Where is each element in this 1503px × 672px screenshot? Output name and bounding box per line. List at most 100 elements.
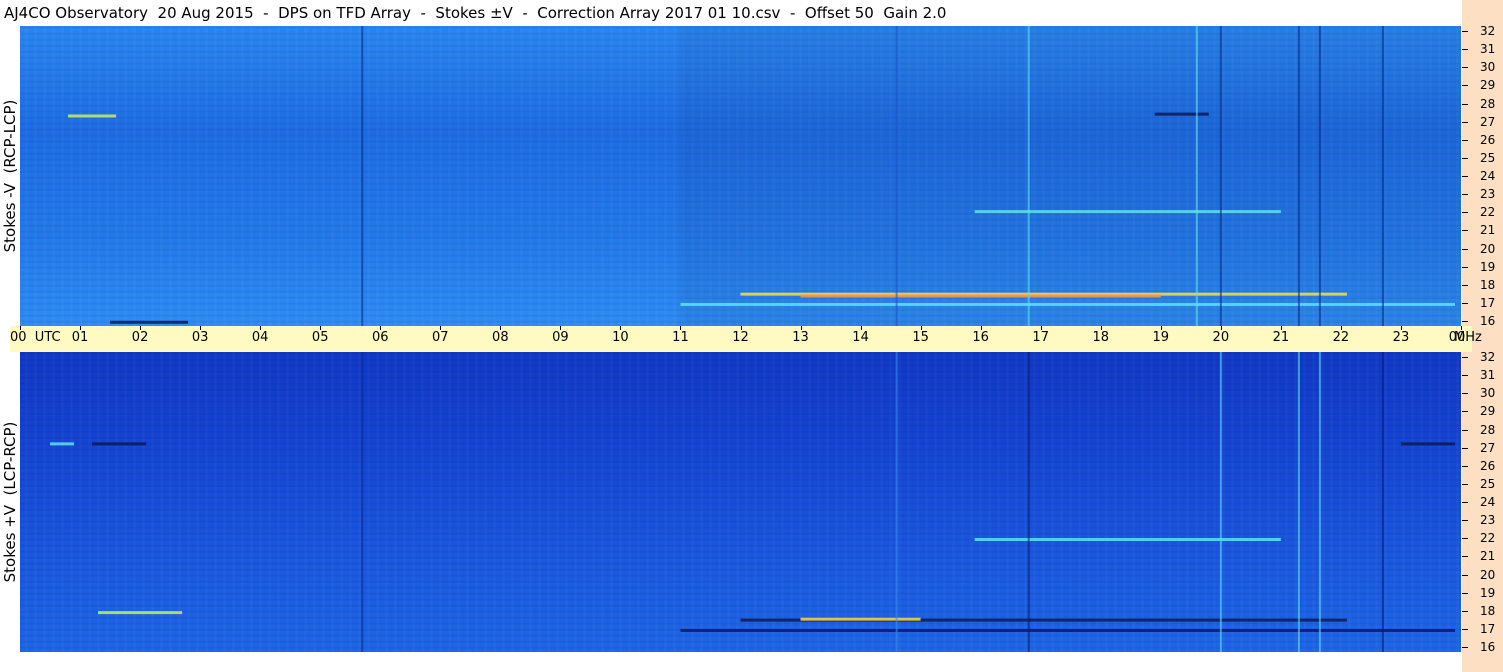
stokes-minus-v-features: [68, 26, 1455, 326]
top-freq-tick-label: 16: [1480, 314, 1496, 328]
time-tick-label: 21: [1272, 330, 1290, 345]
bottom-freq-tick-mark: [1462, 447, 1468, 449]
top-freq-tick-label: 31: [1480, 42, 1496, 57]
bottom-freq-tick-label: 18: [1480, 603, 1496, 618]
top-interference-line-14: [1195, 26, 1198, 326]
top-interference-line-8: [1027, 26, 1030, 326]
bottom-freq-tick-mark: [1462, 592, 1468, 594]
time-tick-label: 10: [612, 330, 629, 345]
bottom-emission-band-1: [800, 617, 921, 621]
bottom-interference-line-13: [1381, 352, 1384, 652]
time-tick-label: 19: [1152, 330, 1170, 345]
bottom-freq-tick-mark: [1462, 556, 1468, 558]
bottom-freq-tick-label: 26: [1480, 458, 1496, 473]
top-freq-tick-mark: [1462, 302, 1468, 304]
top-freq-tick-mark: [1462, 212, 1468, 214]
top-emission-band-1: [800, 294, 1161, 298]
bottom-interference-line-14: [895, 352, 898, 652]
time-tick-label: 04: [251, 330, 269, 345]
bottom-freq-tick-label: 32: [1480, 350, 1496, 364]
bottom-freq-tick-label: 27: [1480, 440, 1496, 455]
bottom-interference-line-8: [361, 352, 364, 652]
top-freq-tick-label: 30: [1480, 60, 1496, 75]
top-interference-line-9: [1219, 26, 1222, 326]
time-tick-label: 22: [1332, 330, 1350, 345]
top-freq-tick-label: 18: [1480, 277, 1496, 292]
bottom-freq-tick-mark: [1462, 375, 1468, 377]
bottom-emission-band-7: [1400, 442, 1455, 446]
top-emission-band-3: [1154, 112, 1209, 116]
bottom-freq-tick-mark: [1462, 538, 1468, 540]
top-interference-line-7: [361, 26, 364, 326]
top-freq-tick-mark: [1462, 194, 1468, 196]
time-tick-label: 20: [1212, 330, 1230, 345]
utc-time-axis: MHz 00 UTC 01 02 03 04 05 06 07 08 09 10 11 12 13 14 15…: [10, 326, 1482, 352]
time-tick-label: 14: [852, 330, 869, 345]
time-tick-label: 12: [732, 330, 749, 345]
time-tick-label: 23: [1392, 330, 1410, 345]
bottom-freq-tick-mark: [1462, 483, 1468, 485]
bottom-freq-tick-mark: [1462, 574, 1468, 576]
top-emission-band-6: [974, 210, 1281, 214]
top-freq-tick-mark: [1462, 248, 1468, 250]
bottom-freq-tick-label: 25: [1480, 476, 1496, 491]
time-tick-label: 00: [1448, 330, 1466, 345]
chart-title: AJ4CO Observatory 20 Aug 2015 - DPS on T…: [0, 0, 1460, 26]
top-freq-tick-label: 26: [1480, 132, 1496, 147]
top-freq-tick-mark: [1462, 103, 1468, 105]
bottom-emission-band-5: [98, 611, 183, 615]
time-tick-label: 09: [552, 330, 569, 345]
time-tick-label: 18: [1092, 330, 1110, 345]
bottom-emission-band-4: [50, 442, 75, 446]
stokes-plus-v-features: [50, 352, 1455, 652]
bottom-freq-tick-label: 17: [1480, 621, 1496, 636]
top-freq-tick-label: 23: [1480, 187, 1496, 202]
bottom-freq-tick-label: 24: [1480, 495, 1496, 509]
top-freq-tick-mark: [1462, 31, 1468, 32]
bottom-freq-tick-label: 20: [1480, 567, 1496, 582]
bottom-interference-line-9: [1027, 352, 1030, 652]
bottom-emission-band-2: [680, 628, 1455, 632]
top-freq-tick-mark: [1462, 67, 1468, 69]
top-freq-tick-mark: [1462, 157, 1468, 159]
top-freq-tick-mark: [1462, 266, 1468, 268]
top-freq-tick-mark: [1462, 284, 1468, 286]
bottom-panel-ylabel-text: Stokes +V (LCP-RCP): [1, 421, 19, 583]
bottom-freq-tick-label: 21: [1480, 549, 1496, 564]
top-freq-tick-label: 28: [1480, 96, 1496, 111]
top-freq-tick-label: 17: [1480, 295, 1496, 310]
time-tick-label: 16: [972, 330, 989, 345]
bottom-interference-line-11: [1297, 352, 1300, 652]
time-tick-label: 15: [912, 330, 929, 345]
top-freq-tick-mark: [1462, 121, 1468, 123]
bottom-panel-ylabel: Stokes +V (LCP-RCP): [0, 352, 20, 652]
bottom-freq-tick-label: 30: [1480, 386, 1496, 401]
bottom-freq-tick-mark: [1462, 610, 1468, 612]
time-tick-label: 06: [371, 330, 389, 345]
time-tick-label: 05: [311, 330, 329, 345]
bottom-freq-tick-mark: [1462, 647, 1468, 648]
top-panel-frequency-ticks: 32 31 30 29 28 27 26 25 24 23 22 21 20 19 18 17 16: [1462, 24, 1503, 328]
time-tick-label: 07: [432, 330, 449, 345]
top-emission-band-5: [110, 320, 189, 324]
top-interference-line-12: [1381, 26, 1384, 326]
bottom-freq-tick-mark: [1462, 393, 1468, 395]
top-freq-tick-mark: [1462, 85, 1468, 87]
bottom-freq-tick-label: 16: [1480, 640, 1496, 654]
bottom-freq-tick-mark: [1462, 502, 1468, 503]
top-panel-ylabel: Stokes -V (RCP-LCP): [0, 26, 20, 326]
bottom-freq-tick-label: 29: [1480, 404, 1496, 419]
bottom-freq-tick-mark: [1462, 465, 1468, 467]
top-interference-line-13: [895, 26, 898, 326]
top-freq-tick-label: 22: [1480, 205, 1496, 220]
top-freq-tick-mark: [1462, 139, 1468, 141]
time-tick-label: 17: [1032, 330, 1049, 345]
top-freq-tick-mark: [1462, 49, 1468, 51]
top-freq-tick-mark: [1462, 176, 1468, 177]
top-freq-tick-label: 27: [1480, 114, 1496, 129]
top-freq-tick-label: 25: [1480, 150, 1496, 165]
top-interference-line-10: [1297, 26, 1300, 326]
bottom-freq-tick-label: 31: [1480, 368, 1496, 383]
top-freq-tick-label: 24: [1480, 169, 1496, 183]
bottom-freq-tick-label: 19: [1480, 585, 1496, 600]
